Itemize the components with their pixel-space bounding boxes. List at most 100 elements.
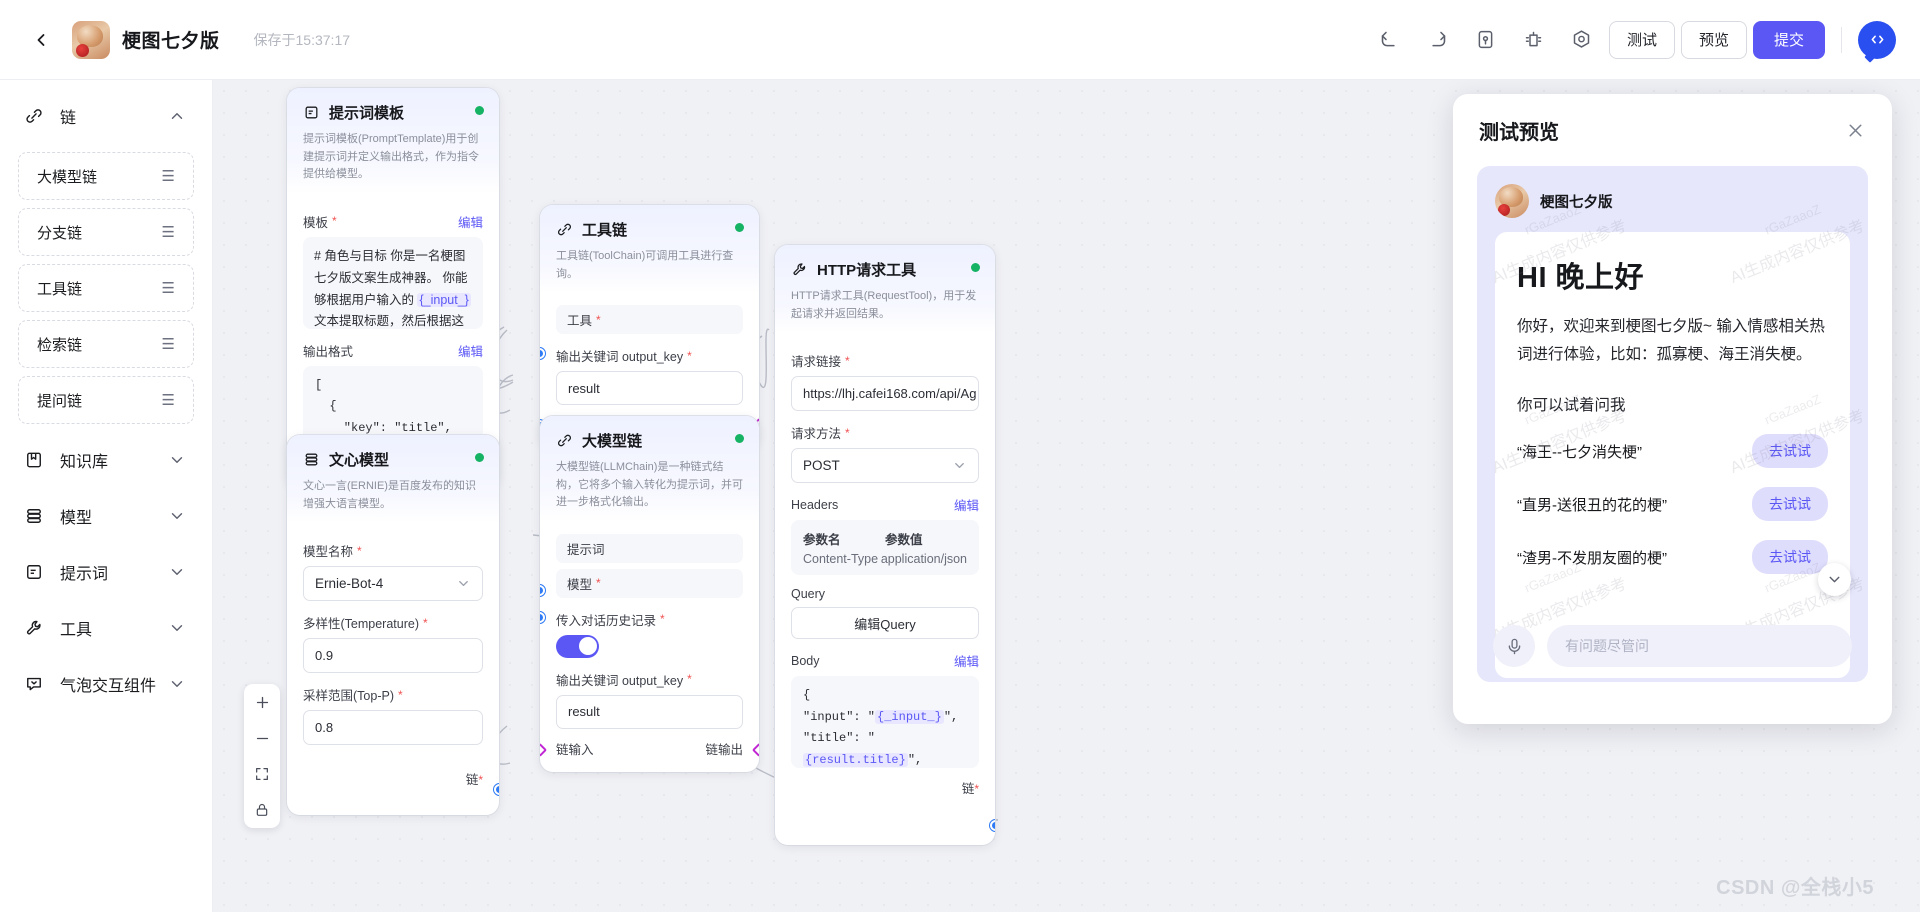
node-body: 请求链接* https://lhj.cafei168.com/api/Ag 请求… <box>775 333 995 811</box>
sidebar-item-branch-chain[interactable]: 分支链 ☰ <box>18 208 194 256</box>
model-name-value: Ernie-Bot-4 <box>315 576 383 591</box>
history-toggle[interactable] <box>556 635 599 658</box>
template-variable: {_input_} <box>417 293 470 307</box>
template-text[interactable]: # 角色与目标 你是一名梗图七夕版文案生成神器。 你能够根据用户输入的 {_in… <box>303 237 483 329</box>
sidebar-item-llm-chain[interactable]: 大模型链 ☰ <box>18 152 194 200</box>
headers-table[interactable]: 参数名 参数值 Content-Type application/json <box>791 520 979 575</box>
edit-body-link[interactable]: 编辑 <box>954 651 979 670</box>
app-root: 梗图七夕版 保存于15:37:17 测试 预览 提交 <box>0 0 1920 912</box>
node-header: HTTP请求工具 HTTP请求工具(RequestTool)，用于发起请求并返回… <box>775 245 995 333</box>
sidebar-group-knowledge-base[interactable]: 知识库 <box>0 432 212 488</box>
undo-button[interactable] <box>1369 19 1411 61</box>
output-port[interactable] <box>990 820 995 831</box>
model-slot[interactable]: 模型* <box>556 569 743 598</box>
body-line: "input": "{_input_}", <box>803 707 967 729</box>
edit-query-button[interactable]: 编辑Query <box>791 607 979 639</box>
url-label: 请求链接* <box>791 351 979 370</box>
output-key-input[interactable]: result <box>556 371 743 405</box>
node-footer-label: 链* <box>962 778 979 797</box>
zoom-out-button[interactable] <box>244 720 280 756</box>
list-item: “直男-送很丑的花的梗” 去试试 <box>1517 487 1828 521</box>
node-tool-chain[interactable]: 工具链 工具链(ToolChain)可调用工具进行查询。 工具* 输出关键词 o… <box>540 205 759 448</box>
drag-handle-icon[interactable]: ☰ <box>162 393 175 408</box>
chevron-left-icon <box>31 30 51 50</box>
plus-icon <box>254 694 271 711</box>
chat-input[interactable]: 有问题尽管问 <box>1547 625 1852 667</box>
microphone-button[interactable] <box>1493 625 1535 667</box>
node-wenxin-model[interactable]: 文心模型 文心一言(ERNIE)是百度发布的知识增强大语言模型。 模型名称* E… <box>287 435 499 815</box>
code-assistant-button[interactable] <box>1858 21 1896 59</box>
chevron-down-icon <box>168 675 186 693</box>
link-icon <box>24 106 46 126</box>
output-key-input[interactable]: result <box>556 695 743 729</box>
drag-handle-icon[interactable]: ☰ <box>162 169 175 184</box>
top-bar-actions: 测试 预览 提交 <box>1369 19 1896 61</box>
redo-button[interactable] <box>1417 19 1459 61</box>
method-select[interactable]: POST <box>791 448 979 483</box>
prompt-slot[interactable]: 提示词 <box>556 534 743 563</box>
chat-bubble-icon <box>24 674 46 694</box>
suggestion-text: “海王--七夕消失梗” <box>1517 441 1642 462</box>
body-code[interactable]: { "input": "{_input_}", "title": "{resul… <box>791 676 979 768</box>
sidebar-group-prompt[interactable]: 提示词 <box>0 544 212 600</box>
version-history-button[interactable] <box>1513 19 1555 61</box>
settings-button[interactable] <box>1561 19 1603 61</box>
chevron-down-icon <box>168 451 186 469</box>
lock-button[interactable] <box>244 792 280 828</box>
node-header: 大模型链 大模型链(LLMChain)是一种链式结构，它将多个输入转化为提示词，… <box>540 416 759 522</box>
wrench-icon <box>791 261 808 278</box>
body-label: Body <box>791 654 820 668</box>
undo-icon <box>1379 29 1400 50</box>
fit-view-button[interactable] <box>244 756 280 792</box>
scroll-to-bottom-button[interactable] <box>1818 563 1851 596</box>
redo-icon <box>1427 29 1448 50</box>
preview-bot-name: 梗图七夕版 <box>1540 191 1613 212</box>
try-button[interactable]: 去试试 <box>1752 540 1828 574</box>
status-badge <box>735 223 744 232</box>
node-http-tool[interactable]: HTTP请求工具 HTTP请求工具(RequestTool)，用于发起请求并返回… <box>775 245 995 845</box>
saved-status: 保存于15:37:17 <box>254 30 351 50</box>
tool-slot-label: 工具 <box>567 310 592 329</box>
edit-headers-link[interactable]: 编辑 <box>954 495 979 514</box>
sidebar-item-tool-chain[interactable]: 工具链 ☰ <box>18 264 194 312</box>
drag-handle-icon[interactable]: ☰ <box>162 337 175 352</box>
minus-icon <box>254 730 271 747</box>
save-button[interactable] <box>1465 19 1507 61</box>
header-col-value: 参数值 <box>885 529 967 548</box>
preview-input-bar: 有问题尽管问 <box>1477 610 1868 682</box>
preview-button[interactable]: 预览 <box>1681 21 1747 59</box>
close-preview-button[interactable] <box>1845 120 1866 141</box>
sidebar-group-bubble-components[interactable]: 气泡交互组件 <box>0 656 212 712</box>
watermark-footer: CSDN @全栈小5 <box>1716 871 1874 900</box>
sidebar-group-tools[interactable]: 工具 <box>0 600 212 656</box>
submit-button[interactable]: 提交 <box>1753 21 1825 59</box>
edit-template-link[interactable]: 编辑 <box>458 212 483 231</box>
zoom-in-button[interactable] <box>244 684 280 720</box>
back-button[interactable] <box>24 23 58 57</box>
output-format-code[interactable]: [ { "key": "title", "description": "标题" <box>303 366 483 444</box>
try-button[interactable]: 去试试 <box>1752 434 1828 468</box>
link-icon <box>556 432 573 449</box>
model-name-select[interactable]: Ernie-Bot-4 <box>303 566 483 601</box>
template-suffix: 文本提取标题，然后根据这个标题来 <box>314 314 464 328</box>
drag-handle-icon[interactable]: ☰ <box>162 281 175 296</box>
try-button[interactable]: 去试试 <box>1752 487 1828 521</box>
node-llm-chain[interactable]: 大模型链 大模型链(LLMChain)是一种链式结构，它将多个输入转化为提示词，… <box>540 416 759 772</box>
prompt-icon <box>303 104 320 121</box>
temperature-input[interactable]: 0.9 <box>303 638 483 673</box>
drag-handle-icon[interactable]: ☰ <box>162 225 175 240</box>
sidebar-group-chain[interactable]: 链 <box>0 88 212 144</box>
output-port[interactable] <box>494 784 499 795</box>
sidebar-item-label: 工具链 <box>37 278 82 299</box>
list-item: “渣男-不发朋友圈的梗” 去试试 <box>1517 540 1828 574</box>
sidebar-group-model[interactable]: 模型 <box>0 488 212 544</box>
sidebar-item-retrieval-chain[interactable]: 检索链 ☰ <box>18 320 194 368</box>
url-input[interactable]: https://lhj.cafei168.com/api/Ag <box>791 376 979 411</box>
edit-output-format-link[interactable]: 编辑 <box>458 341 483 360</box>
query-label: Query <box>791 587 979 601</box>
sidebar-item-question-chain[interactable]: 提问链 ☰ <box>18 376 194 424</box>
test-button[interactable]: 测试 <box>1609 21 1675 59</box>
topp-input[interactable]: 0.8 <box>303 710 483 745</box>
node-prompt-template[interactable]: 提示词模板 提示词模板(PromptTemplate)用于创建提示词并定义输出格… <box>287 88 499 487</box>
tool-slot[interactable]: 工具* <box>556 305 743 334</box>
